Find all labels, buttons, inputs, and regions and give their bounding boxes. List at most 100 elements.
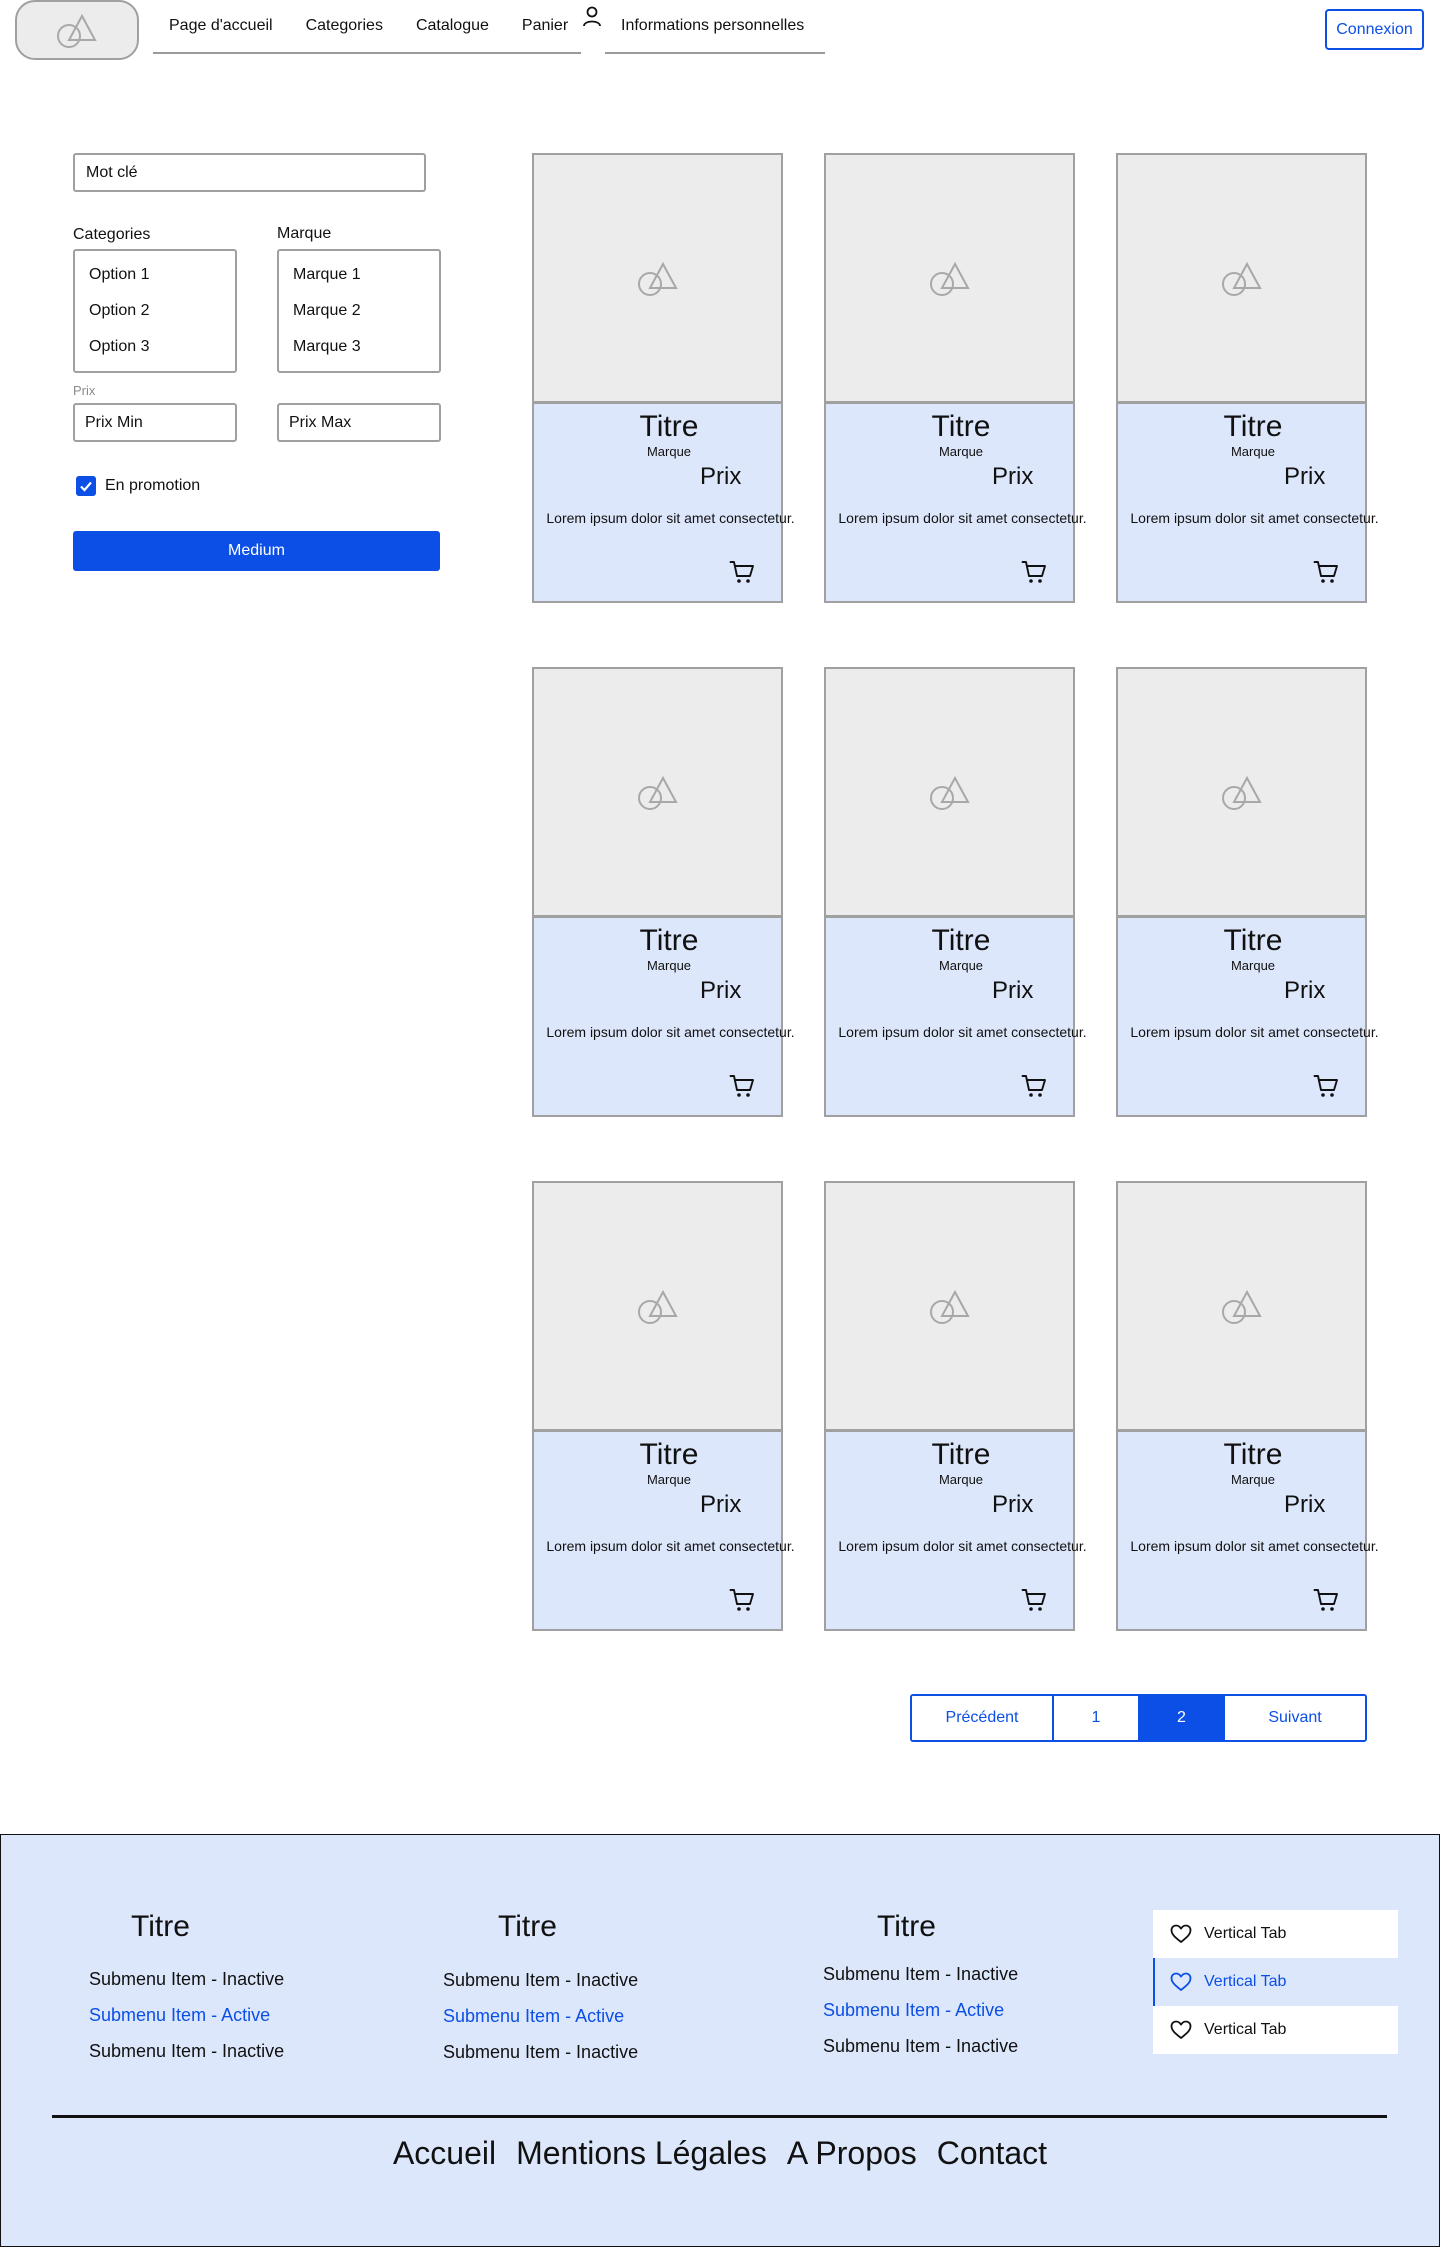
product-description: Lorem ipsum dolor sit amet consectetur. — [838, 1024, 1087, 1040]
footer-submenu-item-active[interactable]: Submenu Item - Active — [443, 2005, 624, 2027]
image-placeholder-icon — [1221, 1289, 1262, 1324]
search-button[interactable]: Medium — [73, 531, 440, 571]
product-image — [1118, 1183, 1365, 1432]
brand-listbox[interactable]: Marque 1 Marque 2 Marque 3 — [277, 249, 441, 373]
product-card[interactable]: Titre Marque Prix Lorem ipsum dolor sit … — [1116, 1181, 1379, 1631]
product-price: Prix — [992, 977, 1034, 1004]
product-price: Prix — [992, 1491, 1034, 1518]
cart-icon[interactable] — [1021, 1587, 1047, 1613]
product-title: Titre — [1223, 410, 1283, 443]
product-title: Titre — [1223, 1438, 1283, 1471]
brand-option[interactable]: Marque 1 — [279, 263, 439, 299]
pagination: Précédent 1 2 Suivant — [910, 1694, 1367, 1742]
footer-submenu-item[interactable]: Submenu Item - Inactive — [823, 2035, 1018, 2057]
vertical-tab[interactable]: Vertical Tab — [1153, 1910, 1398, 1958]
product-title: Titre — [1223, 924, 1283, 957]
product-card[interactable]: Titre Marque Prix Lorem ipsum dolor sit … — [824, 667, 1087, 1117]
nav-cart[interactable]: Panier — [522, 17, 568, 35]
vertical-tab[interactable]: Vertical Tab — [1153, 2006, 1398, 2054]
cart-icon[interactable] — [1313, 1073, 1339, 1099]
product-price: Prix — [1284, 1491, 1326, 1518]
footer-link-home[interactable]: Accueil — [393, 2133, 496, 2173]
cart-icon[interactable] — [1021, 559, 1047, 585]
product-card[interactable]: Titre Marque Prix Lorem ipsum dolor sit … — [824, 153, 1087, 603]
categories-option[interactable]: Option 3 — [75, 335, 235, 371]
image-placeholder-icon — [1221, 775, 1262, 810]
product-description: Lorem ipsum dolor sit amet consectetur. — [838, 510, 1087, 526]
footer-column-title: Titre — [877, 1910, 936, 1943]
keyword-input[interactable] — [73, 153, 426, 192]
header: Page d'accueil Categories Catalogue Pani… — [0, 0, 1440, 62]
previous-page-button[interactable]: Précédent — [912, 1696, 1054, 1740]
product-image — [534, 669, 781, 918]
logo[interactable] — [15, 0, 139, 60]
footer-submenu-item-active[interactable]: Submenu Item - Active — [89, 2004, 270, 2026]
product-card[interactable]: Titre Marque Prix Lorem ipsum dolor sit … — [532, 1181, 795, 1631]
categories-listbox[interactable]: Option 1 Option 2 Option 3 — [73, 249, 237, 373]
product-price: Prix — [700, 463, 742, 490]
nav-categories[interactable]: Categories — [306, 17, 383, 35]
product-brand: Marque — [938, 958, 984, 973]
main-nav: Page d'accueil Categories Catalogue Pani… — [153, 0, 581, 54]
product-card[interactable]: Titre Marque Prix Lorem ipsum dolor sit … — [1116, 667, 1379, 1117]
page-button[interactable]: 1 — [1054, 1696, 1140, 1740]
product-brand: Marque — [646, 1472, 692, 1487]
login-button[interactable]: Connexion — [1325, 9, 1424, 50]
footer-submenu-item[interactable]: Submenu Item - Inactive — [89, 2040, 284, 2062]
product-title: Titre — [931, 410, 991, 443]
personal-nav: Informations personnelles — [605, 0, 825, 54]
footer-submenu-item[interactable]: Submenu Item - Inactive — [89, 1968, 284, 1990]
brand-option[interactable]: Marque 3 — [279, 335, 439, 371]
nav-home[interactable]: Page d'accueil — [169, 17, 273, 35]
footer-submenu-item[interactable]: Submenu Item - Inactive — [443, 1969, 638, 1991]
heart-icon — [1170, 1924, 1192, 1943]
page-button-current[interactable]: 2 — [1140, 1696, 1225, 1740]
promo-checkbox[interactable] — [76, 476, 96, 496]
product-image — [826, 669, 1073, 918]
price-max-input[interactable] — [277, 403, 441, 442]
product-image — [826, 1183, 1073, 1432]
heart-icon — [1170, 1972, 1192, 1991]
product-price: Prix — [1284, 463, 1326, 490]
image-placeholder-icon — [57, 13, 97, 48]
categories-option[interactable]: Option 2 — [75, 299, 235, 335]
product-card[interactable]: Titre Marque Prix Lorem ipsum dolor sit … — [1116, 153, 1379, 603]
product-price: Prix — [1284, 977, 1326, 1004]
nav-personal-info[interactable]: Informations personnelles — [621, 17, 804, 35]
image-placeholder-icon — [929, 1289, 970, 1324]
cart-icon[interactable] — [1021, 1073, 1047, 1099]
brand-option[interactable]: Marque 2 — [279, 299, 439, 335]
nav-catalogue[interactable]: Catalogue — [416, 17, 489, 35]
cart-icon[interactable] — [729, 1073, 755, 1099]
cart-icon[interactable] — [729, 1587, 755, 1613]
footer-link-legal[interactable]: Mentions Légales — [516, 2133, 767, 2173]
product-card[interactable]: Titre Marque Prix Lorem ipsum dolor sit … — [824, 1181, 1087, 1631]
footer-submenu-item[interactable]: Submenu Item - Inactive — [823, 1963, 1018, 1985]
user-icon[interactable] — [581, 5, 603, 29]
product-brand: Marque — [646, 958, 692, 973]
product-image — [1118, 155, 1365, 404]
cart-icon[interactable] — [1313, 1587, 1339, 1613]
product-card[interactable]: Titre Marque Prix Lorem ipsum dolor sit … — [532, 667, 795, 1117]
product-title: Titre — [639, 924, 699, 957]
vertical-tab-active[interactable]: Vertical Tab — [1153, 1958, 1398, 2006]
categories-option[interactable]: Option 1 — [75, 263, 235, 299]
image-placeholder-icon — [929, 775, 970, 810]
price-min-input[interactable] — [73, 403, 237, 442]
cart-icon[interactable] — [729, 559, 755, 585]
product-description: Lorem ipsum dolor sit amet consectetur. — [546, 1024, 795, 1040]
footer-submenu-item-active[interactable]: Submenu Item - Active — [823, 1999, 1004, 2021]
product-description: Lorem ipsum dolor sit amet consectetur. — [838, 1538, 1087, 1554]
product-card[interactable]: Titre Marque Prix Lorem ipsum dolor sit … — [532, 153, 795, 603]
footer-link-contact[interactable]: Contact — [937, 2133, 1047, 2173]
cart-icon[interactable] — [1313, 559, 1339, 585]
product-title: Titre — [931, 1438, 991, 1471]
product-image — [1118, 669, 1365, 918]
footer-divider — [52, 2115, 1387, 2118]
product-image — [534, 1183, 781, 1432]
product-description: Lorem ipsum dolor sit amet consectetur. — [546, 510, 795, 526]
footer-submenu-item[interactable]: Submenu Item - Inactive — [443, 2041, 638, 2063]
footer-link-about[interactable]: A Propos — [787, 2133, 917, 2173]
product-title: Titre — [639, 1438, 699, 1471]
next-page-button[interactable]: Suivant — [1225, 1696, 1365, 1740]
